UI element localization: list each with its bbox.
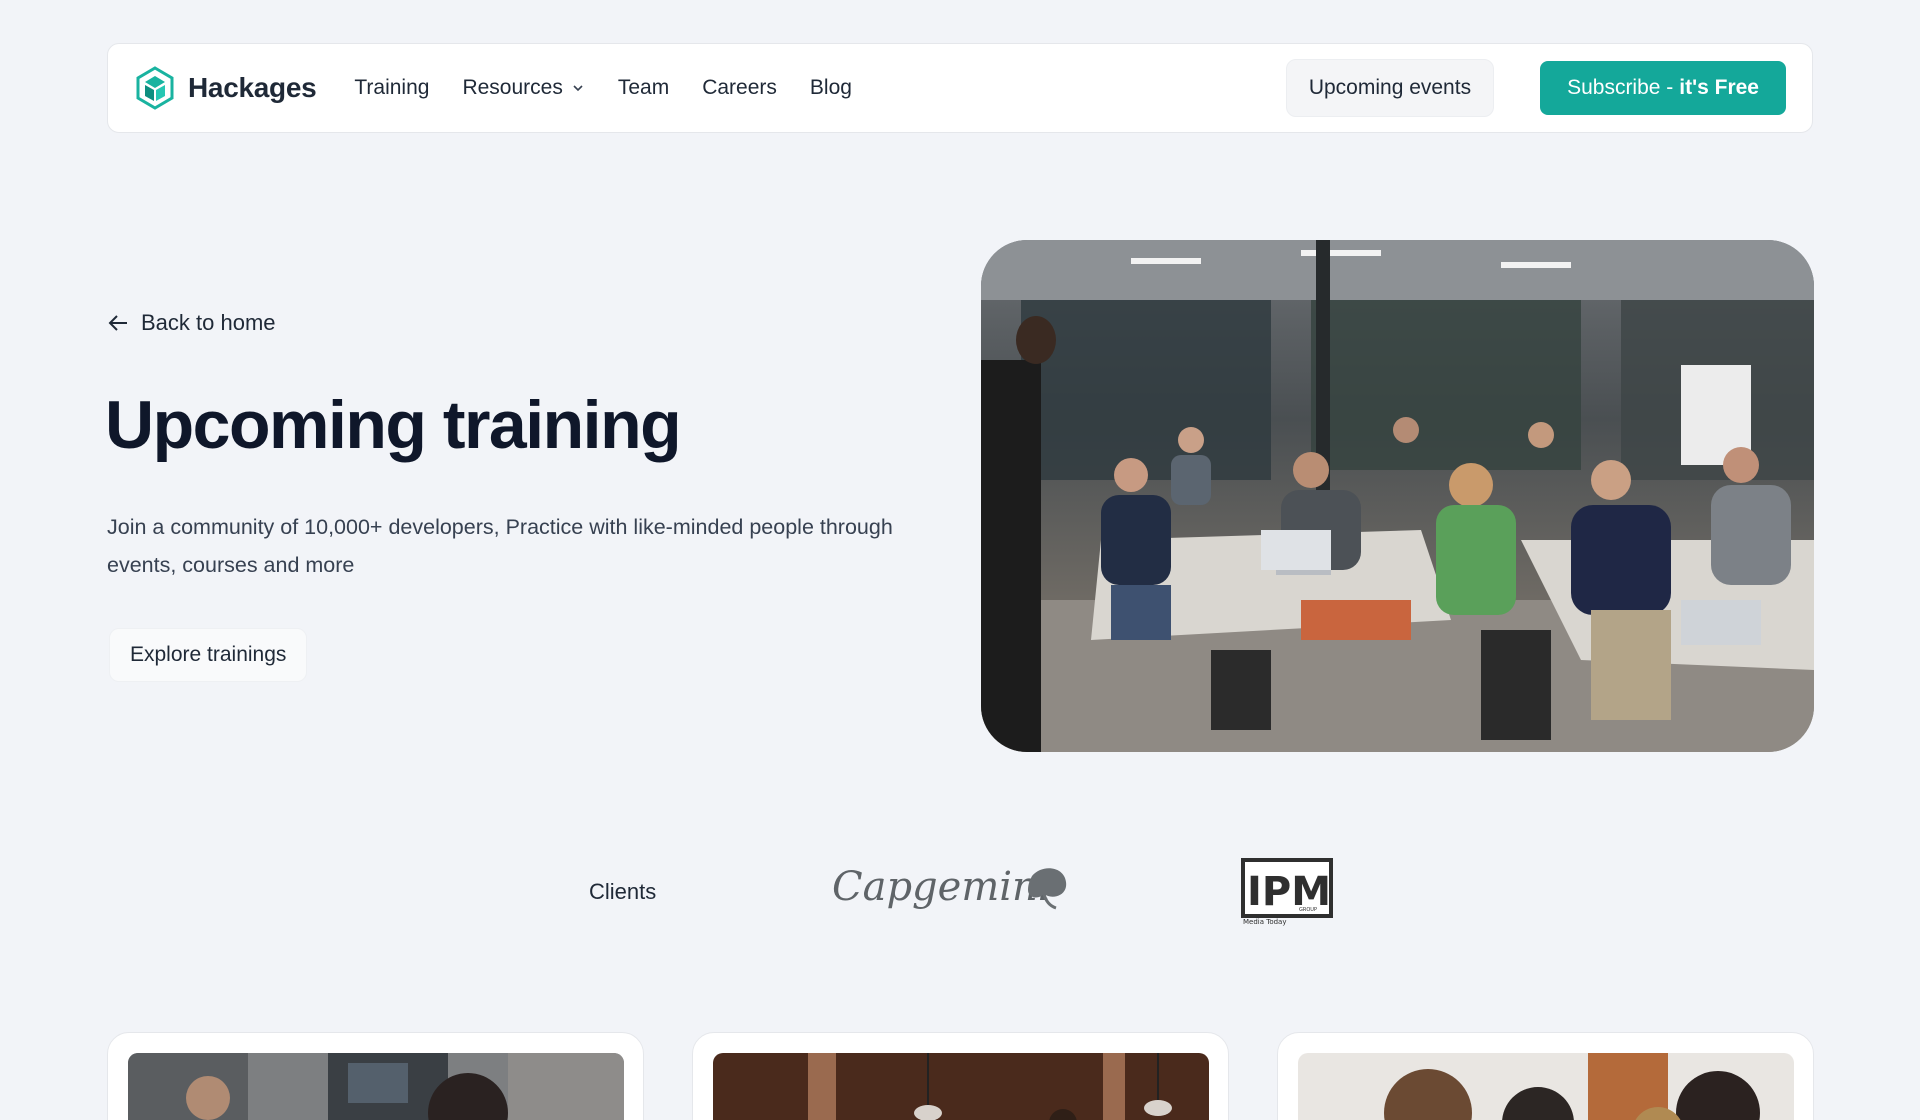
main-nav: Training Resources Team Careers Blog bbox=[354, 76, 852, 100]
nav-resources-dropdown[interactable]: Resources bbox=[462, 76, 584, 100]
training-card[interactable] bbox=[1277, 1032, 1814, 1120]
subscribe-prefix: Subscribe - bbox=[1567, 76, 1674, 99]
nav-team[interactable]: Team bbox=[618, 76, 669, 100]
explore-trainings-button[interactable]: Explore trainings bbox=[109, 628, 308, 682]
ipm-tagline: Media Today bbox=[1243, 918, 1287, 926]
subscribe-button[interactable]: Subscribe - it's Free bbox=[1540, 61, 1786, 115]
nav-careers[interactable]: Careers bbox=[702, 76, 777, 100]
training-room-image bbox=[981, 240, 1814, 752]
back-to-home-link[interactable]: Back to home bbox=[107, 310, 276, 336]
top-navbar: Hackages Training Resources Team Careers… bbox=[107, 43, 1813, 133]
training-card[interactable] bbox=[692, 1032, 1229, 1120]
training-card-image bbox=[128, 1053, 624, 1120]
brand-home-link[interactable]: Hackages bbox=[134, 66, 317, 110]
nav-blog[interactable]: Blog bbox=[810, 76, 852, 100]
training-card-image bbox=[713, 1053, 1209, 1120]
nav-resources-label: Resources bbox=[462, 76, 563, 99]
ipm-group-logo: IPM GROUP Media Today bbox=[1241, 858, 1333, 926]
nav-training[interactable]: Training bbox=[354, 76, 429, 100]
upcoming-events-button[interactable]: Upcoming events bbox=[1285, 59, 1495, 117]
clients-label: Clients bbox=[589, 879, 657, 904]
hero-description: Join a community of 10,000+ developers, … bbox=[107, 515, 893, 577]
arrow-left-icon bbox=[108, 315, 127, 331]
capgemini-logo: Capgemini bbox=[832, 864, 1067, 910]
brand-name: Hackages bbox=[188, 72, 317, 103]
chevron-down-icon bbox=[573, 85, 583, 92]
ipm-logo-text: IPM bbox=[1247, 869, 1331, 915]
training-card-image bbox=[1298, 1053, 1794, 1120]
subscribe-free-label: it's Free bbox=[1679, 76, 1759, 99]
nav-actions: Upcoming events Subscribe - it's Free bbox=[1285, 59, 1786, 117]
training-card[interactable] bbox=[107, 1032, 644, 1120]
back-to-home-label: Back to home bbox=[141, 310, 276, 335]
hero-photo-training-room bbox=[981, 240, 1814, 752]
capgemini-logo-text: Capgemini bbox=[832, 864, 1051, 910]
ipm-group-subtext: GROUP bbox=[1299, 907, 1317, 913]
hackages-logo-icon bbox=[136, 66, 174, 110]
page-title: Upcoming training bbox=[105, 387, 682, 463]
